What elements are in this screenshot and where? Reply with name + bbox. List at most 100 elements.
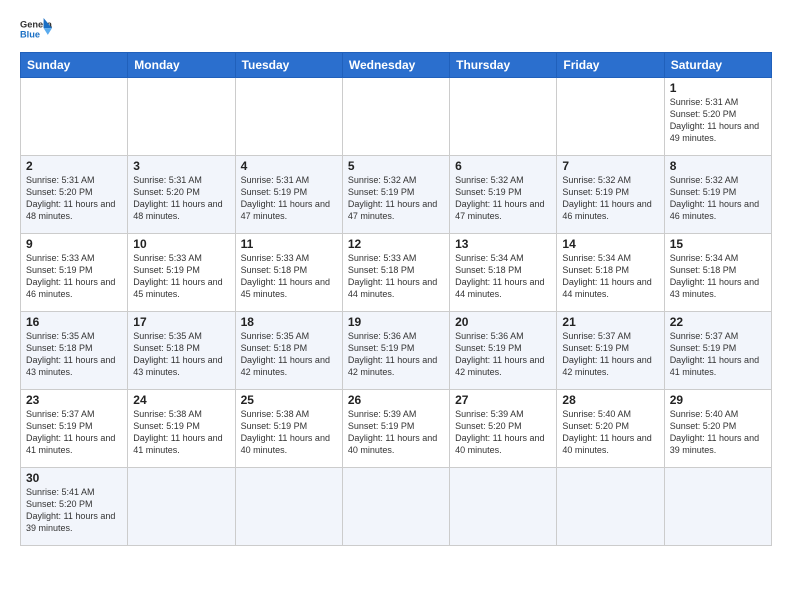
calendar-cell xyxy=(557,78,664,156)
generalblue-logo-icon: General Blue xyxy=(20,16,52,42)
calendar-cell: 6Sunrise: 5:32 AM Sunset: 5:19 PM Daylig… xyxy=(450,156,557,234)
day-info: Sunrise: 5:34 AM Sunset: 5:18 PM Dayligh… xyxy=(562,252,658,301)
day-number: 4 xyxy=(241,159,337,173)
weekday-header-row: SundayMondayTuesdayWednesdayThursdayFrid… xyxy=(21,53,772,78)
day-info: Sunrise: 5:31 AM Sunset: 5:19 PM Dayligh… xyxy=(241,174,337,223)
day-number: 15 xyxy=(670,237,766,251)
calendar-week-1: 1Sunrise: 5:31 AM Sunset: 5:20 PM Daylig… xyxy=(21,78,772,156)
day-number: 14 xyxy=(562,237,658,251)
calendar-cell: 27Sunrise: 5:39 AM Sunset: 5:20 PM Dayli… xyxy=(450,390,557,468)
calendar-cell: 11Sunrise: 5:33 AM Sunset: 5:18 PM Dayli… xyxy=(235,234,342,312)
calendar-cell: 16Sunrise: 5:35 AM Sunset: 5:18 PM Dayli… xyxy=(21,312,128,390)
day-number: 7 xyxy=(562,159,658,173)
calendar-cell xyxy=(450,78,557,156)
calendar-cell: 14Sunrise: 5:34 AM Sunset: 5:18 PM Dayli… xyxy=(557,234,664,312)
calendar-week-5: 23Sunrise: 5:37 AM Sunset: 5:19 PM Dayli… xyxy=(21,390,772,468)
day-info: Sunrise: 5:33 AM Sunset: 5:18 PM Dayligh… xyxy=(241,252,337,301)
day-number: 5 xyxy=(348,159,444,173)
day-number: 9 xyxy=(26,237,122,251)
day-number: 27 xyxy=(455,393,551,407)
day-number: 11 xyxy=(241,237,337,251)
day-number: 20 xyxy=(455,315,551,329)
calendar-week-2: 2 Sunrise: 5:31 AM Sunset: 5:20 PM Daylig… xyxy=(21,156,772,234)
calendar: SundayMondayTuesdayWednesdayThursdayFrid… xyxy=(20,52,772,546)
calendar-cell: 25Sunrise: 5:38 AM Sunset: 5:19 PM Dayli… xyxy=(235,390,342,468)
day-info: Sunrise: 5:39 AM Sunset: 5:20 PM Dayligh… xyxy=(455,408,551,457)
calendar-cell: 17Sunrise: 5:35 AM Sunset: 5:18 PM Dayli… xyxy=(128,312,235,390)
day-info: Sunrise: 5:38 AM Sunset: 5:19 PM Dayligh… xyxy=(133,408,229,457)
logo: General Blue xyxy=(20,16,52,42)
day-number: 24 xyxy=(133,393,229,407)
calendar-cell: 9Sunrise: 5:33 AM Sunset: 5:19 PM Daylig… xyxy=(21,234,128,312)
calendar-cell: 15Sunrise: 5:34 AM Sunset: 5:18 PM Dayli… xyxy=(664,234,771,312)
calendar-cell xyxy=(128,78,235,156)
day-number: 22 xyxy=(670,315,766,329)
calendar-cell xyxy=(342,78,449,156)
calendar-cell: 23Sunrise: 5:37 AM Sunset: 5:19 PM Dayli… xyxy=(21,390,128,468)
day-info: Sunrise: 5:33 AM Sunset: 5:19 PM Dayligh… xyxy=(133,252,229,301)
calendar-cell: 7Sunrise: 5:32 AM Sunset: 5:19 PM Daylig… xyxy=(557,156,664,234)
calendar-cell: 22Sunrise: 5:37 AM Sunset: 5:19 PM Dayli… xyxy=(664,312,771,390)
calendar-cell: 3Sunrise: 5:31 AM Sunset: 5:20 PM Daylig… xyxy=(128,156,235,234)
calendar-cell xyxy=(557,468,664,546)
day-info: Sunrise: 5:35 AM Sunset: 5:18 PM Dayligh… xyxy=(26,330,122,379)
day-info: Sunrise: 5:39 AM Sunset: 5:19 PM Dayligh… xyxy=(348,408,444,457)
day-number: 12 xyxy=(348,237,444,251)
day-info: Sunrise: 5:32 AM Sunset: 5:19 PM Dayligh… xyxy=(455,174,551,223)
day-info: Sunrise: 5:33 AM Sunset: 5:18 PM Dayligh… xyxy=(348,252,444,301)
day-number: 13 xyxy=(455,237,551,251)
day-info: Sunrise: 5:37 AM Sunset: 5:19 PM Dayligh… xyxy=(562,330,658,379)
day-number: 28 xyxy=(562,393,658,407)
page: General Blue SundayMondayTuesdayWednesda… xyxy=(0,0,792,556)
day-info: Sunrise: 5:34 AM Sunset: 5:18 PM Dayligh… xyxy=(670,252,766,301)
calendar-cell: 12Sunrise: 5:33 AM Sunset: 5:18 PM Dayli… xyxy=(342,234,449,312)
calendar-cell: 8Sunrise: 5:32 AM Sunset: 5:19 PM Daylig… xyxy=(664,156,771,234)
day-number: 19 xyxy=(348,315,444,329)
calendar-cell: 2Sunrise: 5:31 AM Sunset: 5:20 PM Daylig… xyxy=(21,156,128,234)
calendar-cell: 30Sunrise: 5:41 AM Sunset: 5:20 PM Dayli… xyxy=(21,468,128,546)
weekday-header-saturday: Saturday xyxy=(664,53,771,78)
day-info: Sunrise: 5:31 AM Sunset: 5:20 PM Dayligh… xyxy=(670,96,766,145)
day-number: 29 xyxy=(670,393,766,407)
calendar-cell: 24Sunrise: 5:38 AM Sunset: 5:19 PM Dayli… xyxy=(128,390,235,468)
day-number: 2 xyxy=(26,159,122,173)
calendar-cell: 5Sunrise: 5:32 AM Sunset: 5:19 PM Daylig… xyxy=(342,156,449,234)
calendar-cell: 28Sunrise: 5:40 AM Sunset: 5:20 PM Dayli… xyxy=(557,390,664,468)
weekday-header-thursday: Thursday xyxy=(450,53,557,78)
day-number: 18 xyxy=(241,315,337,329)
calendar-cell xyxy=(664,468,771,546)
calendar-cell: 4Sunrise: 5:31 AM Sunset: 5:19 PM Daylig… xyxy=(235,156,342,234)
calendar-cell: 20Sunrise: 5:36 AM Sunset: 5:19 PM Dayli… xyxy=(450,312,557,390)
calendar-cell: 13Sunrise: 5:34 AM Sunset: 5:18 PM Dayli… xyxy=(450,234,557,312)
day-number: 30 xyxy=(26,471,122,485)
calendar-week-3: 9 Sunrise: 5:33 AM Sunset: 5:19 PM Daylig… xyxy=(21,234,772,312)
day-info: Sunrise: 5:40 AM Sunset: 5:20 PM Dayligh… xyxy=(562,408,658,457)
day-info: Sunrise: 5:37 AM Sunset: 5:19 PM Dayligh… xyxy=(670,330,766,379)
day-info: Sunrise: 5:40 AM Sunset: 5:20 PM Dayligh… xyxy=(670,408,766,457)
day-info: Sunrise: 5:41 AM Sunset: 5:20 PM Dayligh… xyxy=(26,486,122,535)
calendar-cell: 19Sunrise: 5:36 AM Sunset: 5:19 PM Dayli… xyxy=(342,312,449,390)
day-number: 1 xyxy=(670,81,766,95)
day-info: Sunrise: 5:38 AM Sunset: 5:19 PM Dayligh… xyxy=(241,408,337,457)
calendar-cell: 1Sunrise: 5:31 AM Sunset: 5:20 PM Daylig… xyxy=(664,78,771,156)
calendar-cell: 26Sunrise: 5:39 AM Sunset: 5:19 PM Dayli… xyxy=(342,390,449,468)
day-number: 8 xyxy=(670,159,766,173)
day-number: 23 xyxy=(26,393,122,407)
calendar-cell xyxy=(21,78,128,156)
day-number: 3 xyxy=(133,159,229,173)
day-info: Sunrise: 5:32 AM Sunset: 5:19 PM Dayligh… xyxy=(670,174,766,223)
day-info: Sunrise: 5:34 AM Sunset: 5:18 PM Dayligh… xyxy=(455,252,551,301)
calendar-week-4: 16Sunrise: 5:35 AM Sunset: 5:18 PM Dayli… xyxy=(21,312,772,390)
day-info: Sunrise: 5:36 AM Sunset: 5:19 PM Dayligh… xyxy=(348,330,444,379)
day-info: Sunrise: 5:32 AM Sunset: 5:19 PM Dayligh… xyxy=(348,174,444,223)
weekday-header-tuesday: Tuesday xyxy=(235,53,342,78)
weekday-header-monday: Monday xyxy=(128,53,235,78)
calendar-cell: 10Sunrise: 5:33 AM Sunset: 5:19 PM Dayli… xyxy=(128,234,235,312)
calendar-cell xyxy=(450,468,557,546)
day-number: 25 xyxy=(241,393,337,407)
day-number: 10 xyxy=(133,237,229,251)
day-info: Sunrise: 5:31 AM Sunset: 5:20 PM Dayligh… xyxy=(133,174,229,223)
day-info: Sunrise: 5:36 AM Sunset: 5:19 PM Dayligh… xyxy=(455,330,551,379)
calendar-cell: 29Sunrise: 5:40 AM Sunset: 5:20 PM Dayli… xyxy=(664,390,771,468)
weekday-header-friday: Friday xyxy=(557,53,664,78)
